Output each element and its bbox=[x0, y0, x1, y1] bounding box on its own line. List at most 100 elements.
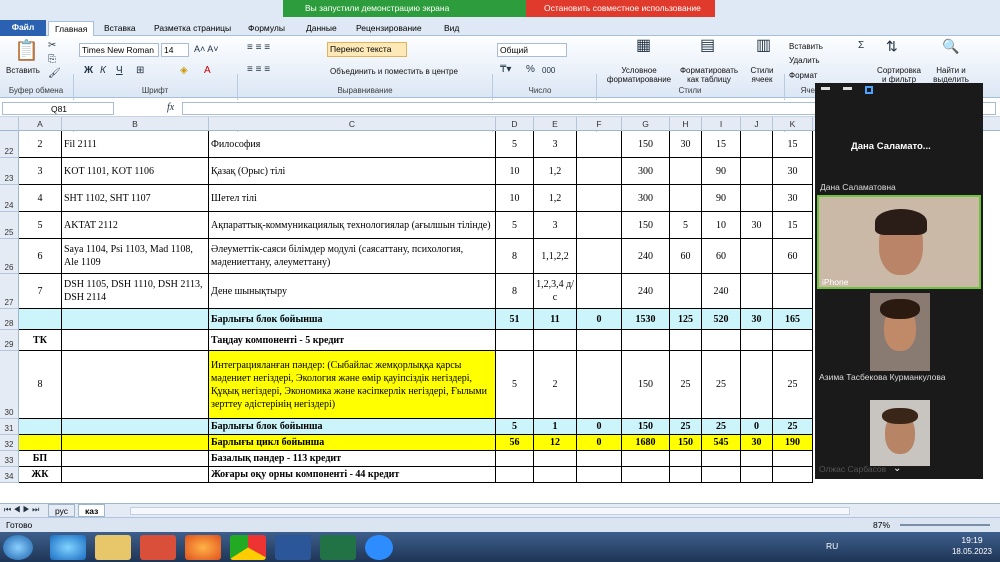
align-top-icon[interactable]: ≡ ≡ ≡ bbox=[247, 42, 270, 54]
cell-j27[interactable] bbox=[741, 274, 773, 309]
cell-d28[interactable]: 51 bbox=[496, 309, 534, 330]
cell-h31[interactable]: 25 bbox=[670, 419, 702, 435]
row-header[interactable]: 29 bbox=[0, 330, 19, 351]
ie-icon[interactable] bbox=[50, 535, 86, 560]
row-header[interactable]: 22 bbox=[0, 131, 19, 158]
cell-j31[interactable]: 0 bbox=[741, 419, 773, 435]
cell-e23[interactable]: 1,2 bbox=[534, 158, 577, 185]
grow-font-icon[interactable]: A˄ A˅ bbox=[194, 43, 219, 55]
cell-a24[interactable]: 4 bbox=[19, 185, 62, 212]
cell-e33[interactable] bbox=[534, 451, 577, 467]
cell-h27[interactable] bbox=[670, 274, 702, 309]
cell-h34[interactable] bbox=[670, 467, 702, 483]
cell-i30[interactable]: 25 bbox=[702, 351, 741, 419]
cell-j28[interactable]: 30 bbox=[741, 309, 773, 330]
cell-h26[interactable]: 60 bbox=[670, 239, 702, 274]
cell-b32[interactable] bbox=[62, 435, 209, 451]
cell-e31[interactable]: 1 bbox=[534, 419, 577, 435]
cell-k25[interactable]: 15 bbox=[773, 212, 813, 239]
tab-review[interactable]: Рецензирование bbox=[350, 21, 428, 36]
cell-d24[interactable]: 10 bbox=[496, 185, 534, 212]
cell-k30[interactable]: 25 bbox=[773, 351, 813, 419]
cell-g25[interactable]: 150 bbox=[622, 212, 670, 239]
column-header[interactable]: G bbox=[622, 117, 670, 131]
fill-color-icon[interactable]: ◈ bbox=[180, 65, 188, 77]
row-header[interactable]: 33 bbox=[0, 451, 19, 467]
cell-h23[interactable] bbox=[670, 158, 702, 185]
row-header[interactable]: 31 bbox=[0, 419, 19, 435]
cell-e24[interactable]: 1,2 bbox=[534, 185, 577, 212]
cell-j25[interactable]: 30 bbox=[741, 212, 773, 239]
cell-e27[interactable]: 1,2,3,4 д/с bbox=[534, 274, 577, 309]
column-header[interactable]: I bbox=[702, 117, 741, 131]
cell-j22[interactable] bbox=[741, 131, 773, 158]
row-header[interactable]: 23 bbox=[0, 158, 19, 185]
column-header[interactable]: H bbox=[670, 117, 702, 131]
cell-c33[interactable]: Базалық пәндер - 113 кредит bbox=[209, 451, 496, 467]
explorer-icon[interactable] bbox=[95, 535, 131, 560]
cell-c34[interactable]: Жоғары оқу орны компоненті - 44 кредит bbox=[209, 467, 496, 483]
stop-share-button[interactable]: Остановить совместное использование bbox=[526, 0, 715, 17]
cell-h25[interactable]: 5 bbox=[670, 212, 702, 239]
cell-d27[interactable]: 8 bbox=[496, 274, 534, 309]
sheet-tab[interactable]: рус bbox=[48, 504, 76, 517]
row-header[interactable]: 28 bbox=[0, 309, 19, 330]
bold-button[interactable]: Ж bbox=[84, 65, 93, 77]
cell-j32[interactable]: 30 bbox=[741, 435, 773, 451]
cell-i23[interactable]: 90 bbox=[702, 158, 741, 185]
name-box[interactable]: Q81 bbox=[2, 102, 114, 115]
column-header[interactable]: E bbox=[534, 117, 577, 131]
participant-video[interactable] bbox=[870, 293, 930, 371]
participant-video[interactable] bbox=[870, 400, 930, 466]
tab-view[interactable]: Вид bbox=[438, 21, 465, 36]
cell-f22[interactable] bbox=[577, 131, 622, 158]
cell-e22[interactable]: 3 bbox=[534, 131, 577, 158]
cell-c24[interactable]: Шетел тілі bbox=[209, 185, 496, 212]
borders-icon[interactable]: ⊞ bbox=[136, 65, 144, 77]
cell-b28[interactable] bbox=[62, 309, 209, 330]
font-size-select[interactable]: 14 bbox=[161, 43, 189, 57]
cell-g22[interactable]: 150 bbox=[622, 131, 670, 158]
font-name-select[interactable]: Times New Roman bbox=[79, 43, 159, 57]
chevron-down-icon[interactable]: ⌄ bbox=[893, 463, 901, 474]
cell-f29[interactable] bbox=[577, 330, 622, 351]
cell-h30[interactable]: 25 bbox=[670, 351, 702, 419]
cell-k23[interactable]: 30 bbox=[773, 158, 813, 185]
tab-insert[interactable]: Вставка bbox=[98, 21, 142, 36]
cell-e29[interactable] bbox=[534, 330, 577, 351]
row-header[interactable]: 24 bbox=[0, 185, 19, 212]
start-button-icon[interactable] bbox=[3, 535, 33, 560]
cell-d25[interactable]: 5 bbox=[496, 212, 534, 239]
cell-i28[interactable]: 520 bbox=[702, 309, 741, 330]
firefox-icon[interactable] bbox=[185, 535, 221, 560]
cell-j23[interactable] bbox=[741, 158, 773, 185]
underline-button[interactable]: Ч bbox=[116, 65, 123, 77]
row-header[interactable]: 34 bbox=[0, 467, 19, 483]
cell-k29[interactable] bbox=[773, 330, 813, 351]
cell-k28[interactable]: 165 bbox=[773, 309, 813, 330]
italic-button[interactable]: К bbox=[100, 65, 106, 77]
font-color-icon[interactable]: A bbox=[204, 65, 211, 77]
cell-c27[interactable]: Дене шынықтыру bbox=[209, 274, 496, 309]
column-header[interactable]: C bbox=[209, 117, 496, 131]
currency-icon[interactable]: ₸▾ bbox=[500, 64, 511, 76]
cell-a23[interactable]: 3 bbox=[19, 158, 62, 185]
cell-a29[interactable]: ТК bbox=[19, 330, 62, 351]
tab-home[interactable]: Главная bbox=[48, 21, 95, 36]
conditional-format-button[interactable]: Условное форматирование bbox=[604, 66, 674, 84]
media-icon[interactable] bbox=[140, 535, 176, 560]
cell-f30[interactable] bbox=[577, 351, 622, 419]
cell-k24[interactable]: 30 bbox=[773, 185, 813, 212]
excel-icon[interactable] bbox=[320, 535, 356, 560]
cell-d23[interactable]: 10 bbox=[496, 158, 534, 185]
cell-i22[interactable]: 15 bbox=[702, 131, 741, 158]
zoom-slider[interactable] bbox=[900, 524, 990, 526]
cell-f28[interactable]: 0 bbox=[577, 309, 622, 330]
cell-styles-button[interactable]: Стили ячеек bbox=[744, 66, 780, 84]
cell-b25[interactable]: AKTAT 2112 bbox=[62, 212, 209, 239]
cell-g27[interactable]: 240 bbox=[622, 274, 670, 309]
format-cells-button[interactable]: Формат bbox=[789, 71, 817, 80]
cell-h33[interactable] bbox=[670, 451, 702, 467]
cell-a30[interactable]: 8 bbox=[19, 351, 62, 419]
column-header[interactable]: F bbox=[577, 117, 622, 131]
